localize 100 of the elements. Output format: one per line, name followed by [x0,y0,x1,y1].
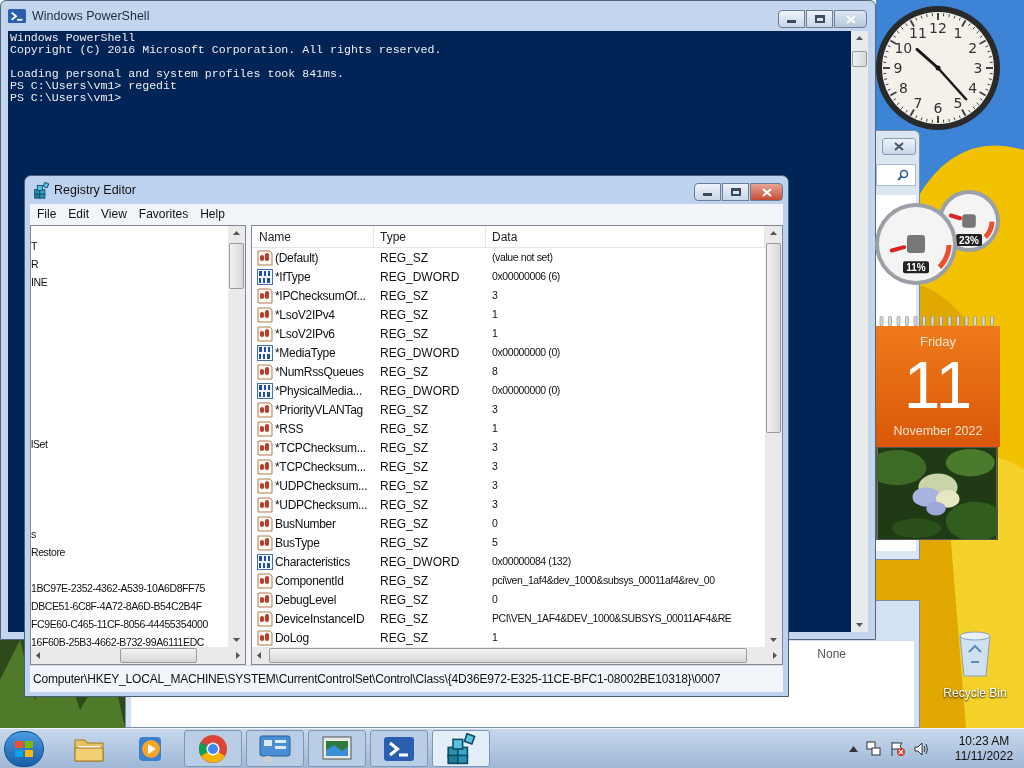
tree-item[interactable]: s [31,527,36,543]
down-arrow-icon [856,623,863,627]
network-icon[interactable] [866,740,882,757]
value-name[interactable]: *LsoV2IPv4 [275,305,335,324]
value-name[interactable]: ComponentId [275,571,344,590]
value-data: 0x00000006 (6) [491,268,560,284]
text-page-icon [257,515,273,532]
tree-item[interactable]: Restore [31,545,65,561]
value-name[interactable]: *UDPChecksum... [275,476,368,495]
value-name[interactable]: *TCPChecksum... [275,457,366,476]
scroll-thumb[interactable] [229,243,244,289]
value-name[interactable]: *UDPChecksum... [275,495,368,514]
value-name[interactable]: *MediaType [275,343,336,362]
text-page-icon [257,591,273,608]
show-hidden-icons-icon[interactable] [849,745,858,752]
value-name[interactable]: DebugLevel [275,590,337,609]
cubes-icon [445,732,477,765]
value-name[interactable]: *NumRssQueues [275,362,364,381]
column-header[interactable]: Name [252,226,374,247]
flag-icon[interactable] [890,740,906,757]
value-type: REG_SZ [379,287,429,305]
menu-item[interactable]: Favorites [132,204,195,223]
value-name[interactable]: *PriorityVLANTag [275,400,363,419]
tree-item[interactable]: INE [31,275,48,291]
value-name[interactable]: *IfType [275,267,311,286]
value-name[interactable]: *LsoV2IPv6 [275,324,335,343]
text-page-icon [257,287,273,304]
value-name[interactable]: Characteristics [275,552,350,571]
value-type: REG_SZ [379,477,429,495]
column-header[interactable]: Type [374,226,486,247]
value-name[interactable]: *RSS [275,419,304,438]
value-name[interactable]: *IPChecksumOf... [275,286,366,305]
tree-item[interactable]: 16F60B-25B3-4662-B732-99A6111EDC [31,635,205,651]
value-type: REG_SZ [379,306,429,324]
menu-item[interactable]: Edit [62,204,96,223]
value-type: REG_SZ [379,458,429,476]
minimize-button[interactable] [694,183,721,201]
maximize-button[interactable] [722,183,749,201]
vertical-scrollbar[interactable] [851,31,868,632]
right-arrow-icon [236,652,240,659]
tree-item[interactable]: R [31,257,39,273]
tree-item[interactable]: lSet [31,437,48,453]
maximize-icon [814,15,825,23]
value-type: REG_SZ [379,629,429,647]
close-icon [845,14,856,24]
vertical-scrollbar[interactable] [765,226,782,647]
vertical-scrollbar[interactable] [228,226,245,647]
menu-item[interactable]: View [95,204,133,223]
tree-item[interactable]: DBCE51-6C8F-4A72-8A6D-B54C2B4F [31,599,202,615]
console-line: Copyright (C) 2016 Microsoft Corporation. All rights reserved. [10,44,443,56]
value-name[interactable]: BusNumber [275,514,336,533]
minimize-icon [787,20,796,23]
scroll-thumb[interactable] [269,648,747,663]
value-data: 3 [491,458,498,474]
speaker-icon[interactable] [914,740,930,757]
value-type: REG_SZ [379,401,429,419]
value-data: (value not set) [491,249,553,265]
close-button[interactable] [834,10,867,28]
scroll-thumb[interactable] [120,648,197,663]
start-button[interactable] [4,730,44,767]
text-page-icon [257,420,273,437]
horizontal-scrollbar[interactable] [31,647,245,664]
taskbar-button[interactable] [308,730,366,767]
console-line: PS C:\Users\vm1> regedit [10,80,178,92]
up-arrow-icon [233,231,240,235]
minimize-button[interactable] [778,10,805,28]
value-data: 3 [491,496,498,512]
clock-time[interactable]: 10:23 AM [958,733,1010,749]
value-name[interactable]: DeviceInstanceID [275,609,365,628]
taskbar-button[interactable] [432,730,490,767]
window-title: Registry Editor [54,181,136,199]
bit-grid-icon [257,382,273,399]
taskbar-button[interactable] [370,730,428,767]
value-data: 0 [491,591,498,607]
clock-date[interactable]: 11/11/2022 [954,748,1014,764]
value-name[interactable]: (Default) [275,248,319,267]
menu-item[interactable]: File [31,204,63,223]
menu-item[interactable]: Help [194,204,231,223]
tree-item[interactable]: T [31,239,37,255]
maximize-button[interactable] [806,10,833,28]
right-arrow-icon [773,652,777,659]
value-data: 8 [491,363,498,379]
horizontal-scrollbar[interactable] [252,647,782,664]
value-name[interactable]: DoLog [275,628,309,647]
text-page-icon [257,458,273,475]
close-button[interactable] [750,183,783,201]
value-name[interactable]: *PhysicalMedia... [275,381,362,400]
value-name[interactable]: BusType [275,533,320,552]
text-page-icon [257,572,273,589]
down-arrow-icon [233,638,240,642]
value-data: 5 [491,534,498,550]
value-type: REG_SZ [379,496,429,514]
tree-item[interactable]: FC9E60-C465-11CF-8056-44455354000 [31,617,208,633]
text-page-icon [257,610,273,627]
scroll-thumb[interactable] [852,51,867,67]
value-type: REG_SZ [379,249,429,267]
scroll-thumb[interactable] [766,243,781,433]
value-name[interactable]: *TCPChecksum... [275,438,366,457]
tree-item[interactable]: 1BC97E-2352-4362-A539-10A6D8FF75 [31,581,205,597]
taskbar-button[interactable] [246,730,304,767]
